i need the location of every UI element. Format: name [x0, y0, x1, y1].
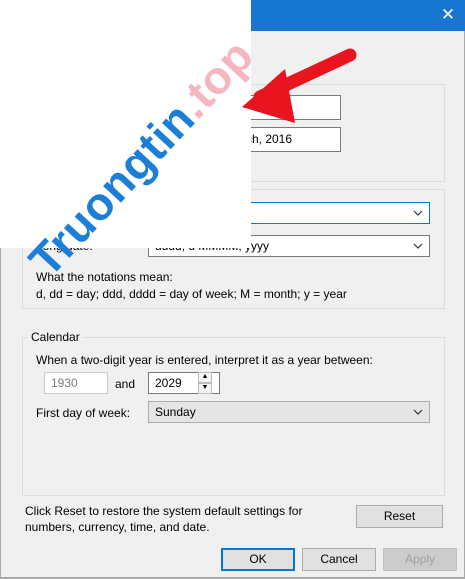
- chevron-down-icon: [413, 210, 423, 216]
- notations-text: d, dd = day; ddd, dddd = day of week; M …: [36, 287, 347, 301]
- ok-button[interactable]: OK: [221, 548, 295, 571]
- two-digit-year-prompt: When a two-digit year is entered, interp…: [36, 353, 373, 367]
- year-from-field: 1930: [44, 372, 108, 394]
- reset-button[interactable]: Reset: [356, 505, 443, 528]
- calendar-group: Calendar When a two-digit year is entere…: [22, 330, 445, 496]
- red-arrow-annotation: [242, 48, 357, 123]
- close-icon[interactable]: ✕: [437, 5, 459, 25]
- first-day-combobox[interactable]: Sunday: [148, 401, 430, 423]
- spin-down-icon[interactable]: ▼: [198, 383, 212, 394]
- cancel-button[interactable]: Cancel: [302, 548, 376, 571]
- first-day-value: Sunday: [155, 405, 196, 419]
- calendar-group-label: Calendar: [28, 330, 83, 344]
- reset-description: Click Reset to restore the system defaul…: [25, 504, 303, 534]
- chevron-down-icon: [413, 243, 423, 249]
- and-label: and: [115, 377, 136, 391]
- apply-button: Apply: [383, 548, 457, 571]
- spin-up-icon[interactable]: ▲: [198, 372, 212, 383]
- first-day-label: First day of week:: [36, 406, 131, 420]
- chevron-down-icon: [413, 409, 423, 415]
